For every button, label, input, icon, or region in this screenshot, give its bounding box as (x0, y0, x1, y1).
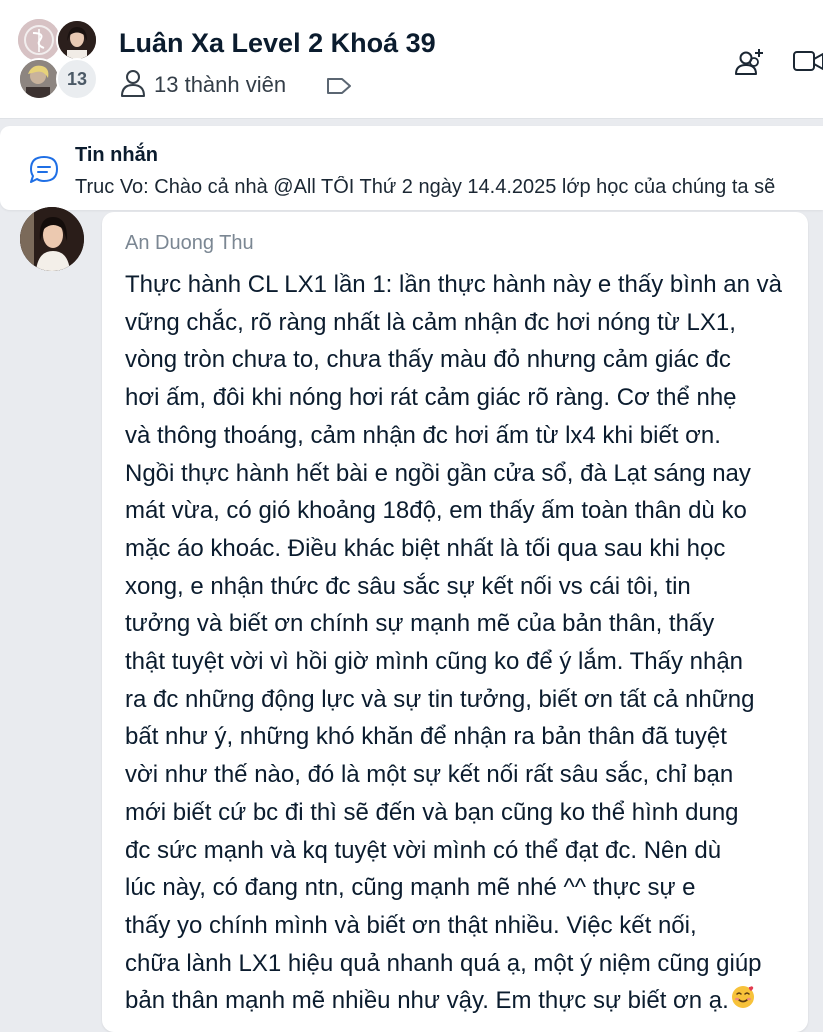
message-line: hơi ấm, đôi khi nóng hơi rát cảm giác rõ… (125, 384, 737, 412)
chat-header: 13 Luân Xa Level 2 Khoá 39 13 thành viên (0, 0, 823, 119)
group-title[interactable]: Luân Xa Level 2 Khoá 39 (119, 28, 436, 59)
message-line: Ngồi thực hành hết bài e ngồi gần cửa sổ… (125, 459, 751, 487)
message-line: và thông thoáng, cảm nhận đc hơi ấm từ l… (125, 421, 721, 449)
message-line: vời như thế nào, đó là một sự kết nối rấ… (125, 761, 734, 789)
message-line: lúc này, có đang ntn, cũng mạnh mẽ nhé ^… (125, 874, 696, 902)
add-member-icon[interactable] (733, 46, 767, 85)
message-line: mát vừa, có gió khoảng 18độ, em thấy ấm … (125, 497, 747, 525)
tag-icon[interactable] (326, 76, 352, 101)
message-line: bản thân mạnh mẽ nhiều như vậy. Em thực … (125, 987, 729, 1015)
message-line-last: bản thân mạnh mẽ nhiều như vậy. Em thực … (125, 982, 793, 1021)
members-link[interactable]: 13 thành viên (120, 69, 287, 102)
pinned-title: Tin nhắn (75, 144, 158, 166)
group-avatar-member-3 (18, 58, 60, 100)
message-line: thấy yo chính mình và biết ơn thật nhiều… (125, 911, 697, 939)
message-line: ra đc những động lực và sự tin tưởng, bi… (125, 685, 755, 713)
message-line: bất như ý, những khó khăn để nhận ra bản… (125, 723, 727, 751)
message-line: đc sức mạnh và kq tuyệt vời mình có thể … (125, 836, 722, 864)
group-avatar-member-2 (56, 19, 98, 61)
message-line: vững chắc, rõ ràng nhất là cảm nhận đc h… (125, 308, 736, 336)
smiling-face-with-hearts-icon (731, 983, 755, 1021)
person-icon (120, 69, 146, 102)
member-count-badge[interactable]: 13 (56, 58, 98, 100)
message-line: mới biết cứ bc đi thì sẽ đến và bạn cũng… (125, 798, 739, 826)
sender-avatar[interactable] (20, 207, 84, 271)
members-label: 13 thành viên (154, 72, 287, 97)
pinned-preview: Truc Vo: Chào cả nhà @All TỐI Thứ 2 ngày… (75, 176, 776, 198)
message-line: thật tuyệt vời vì hồi giờ mình cũng ko đ… (125, 648, 744, 676)
message-line: Thực hành CL LX1 lần 1: lần thực hành nà… (125, 271, 783, 298)
message-line: chữa lành LX1 hiệu quả nhanh quá ạ, một … (125, 949, 762, 977)
message-line: tưởng và biết ơn chính sự mạnh mẽ của bả… (125, 610, 715, 638)
message-line: mặc áo khoác. Điều khác biệt nhất là tối… (125, 534, 726, 562)
message-text: Thực hành CL LX1 lần 1: lần thực hành nà… (125, 266, 793, 1021)
message-icon (28, 154, 60, 191)
sender-name: An Duong Thu (125, 232, 254, 254)
video-call-icon[interactable] (792, 49, 823, 80)
message-line: xong, e nhận thức đc sâu sắc sự kết nối … (125, 572, 691, 600)
group-avatar-member-1 (18, 19, 60, 61)
message-line: vòng tròn chưa to, chưa thấy màu đỏ nhưn… (125, 346, 731, 374)
